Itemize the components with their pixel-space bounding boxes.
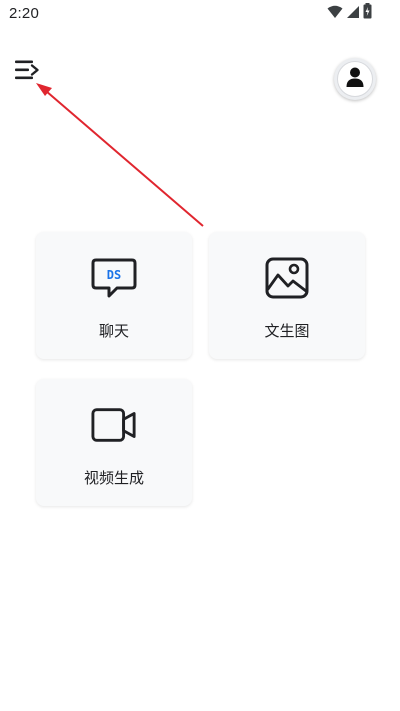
avatar xyxy=(337,61,373,97)
svg-text:DS: DS xyxy=(107,268,121,282)
signal-icon xyxy=(346,4,360,23)
video-generation-card[interactable]: 视频生成 xyxy=(36,379,192,506)
user-icon xyxy=(345,66,365,92)
text-to-image-card-label: 文生图 xyxy=(264,322,310,340)
menu-button[interactable] xyxy=(12,57,42,87)
avatar-button[interactable] xyxy=(334,58,376,100)
image-icon xyxy=(264,256,310,300)
chat-card[interactable]: DS 聊天 xyxy=(36,232,192,359)
video-generation-card-label: 视频生成 xyxy=(83,469,144,487)
video-camera-icon xyxy=(91,403,137,447)
battery-icon xyxy=(363,3,372,23)
menu-expand-icon xyxy=(14,59,40,85)
app-screen: 2:20 DS 聊天 文生图 视频生成 xyxy=(0,0,400,711)
status-icons xyxy=(327,3,372,23)
chat-card-label: 聊天 xyxy=(98,322,129,340)
status-time: 2:20 xyxy=(9,5,39,22)
chat-ds-icon: DS xyxy=(91,256,137,300)
text-to-image-card[interactable]: 文生图 xyxy=(209,232,365,359)
status-bar: 2:20 xyxy=(0,0,400,28)
wifi-icon xyxy=(327,4,343,23)
